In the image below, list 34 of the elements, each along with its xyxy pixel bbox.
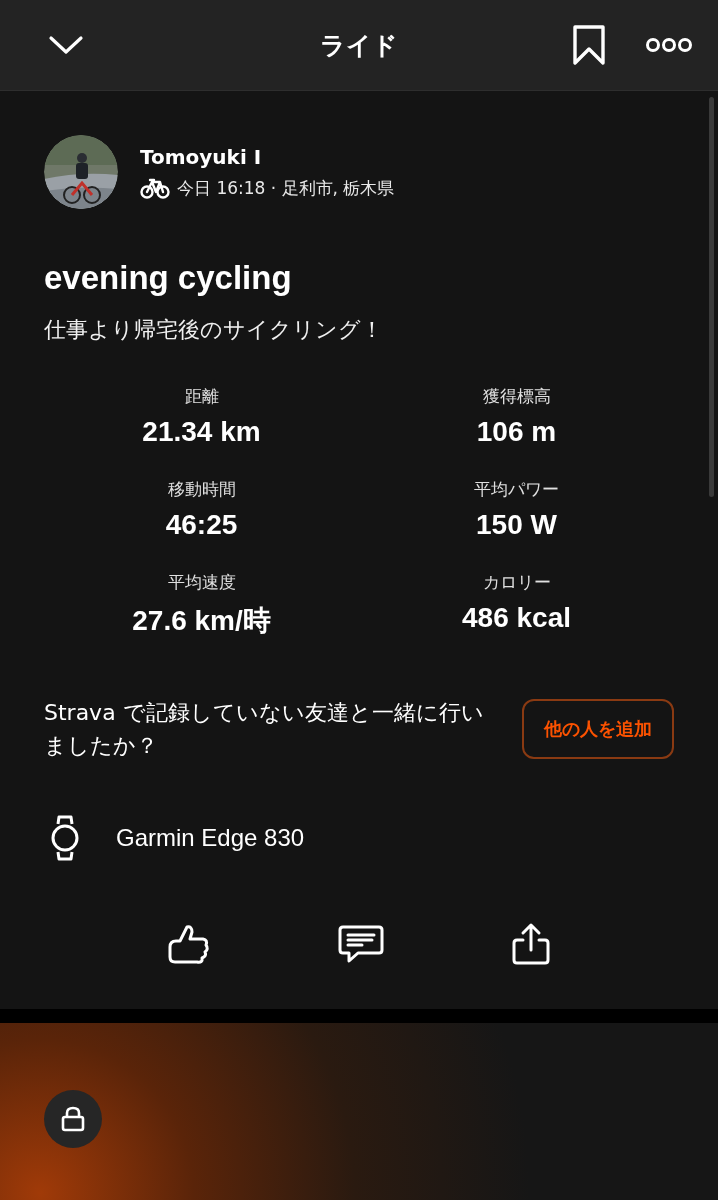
stat-value: 486 kcal	[462, 602, 571, 634]
watch-icon	[50, 814, 80, 862]
stat-label: 平均速度	[167, 571, 236, 594]
activity-title: evening cycling	[44, 259, 293, 297]
stat-value: 46:25	[165, 509, 238, 541]
bookmark-button[interactable]	[572, 24, 606, 66]
stat-label: 距離	[184, 385, 219, 408]
collapse-button[interactable]	[48, 33, 84, 57]
stat-label: 平均パワー	[474, 478, 559, 501]
activity-description: 仕事より帰宅後のサイクリング！	[44, 316, 384, 344]
bicycle-icon	[140, 177, 170, 199]
tag-friends-prompt: Strava で記録していない友達と一緒に行いましたか？	[44, 699, 485, 760]
stat-value: 150 W	[476, 509, 557, 541]
stat-label: 移動時間	[167, 478, 236, 501]
activity-meta: 今日 16:18 · 足利市, 栃木県	[177, 176, 395, 200]
share-button[interactable]	[510, 922, 551, 966]
add-others-button[interactable]: 他の人を追加	[522, 699, 674, 759]
device-name: Garmin Edge 830	[116, 824, 305, 852]
bookmark-icon	[572, 24, 606, 66]
stat-value: 106 m	[476, 416, 557, 448]
athlete-name[interactable]: Tomoyuki I	[140, 144, 395, 169]
share-icon	[510, 922, 551, 966]
more-icon	[646, 35, 692, 55]
screen-title: ライド	[320, 29, 398, 62]
lock-icon	[61, 1104, 85, 1133]
more-button[interactable]	[646, 35, 692, 55]
stat-label: カロリー	[482, 571, 551, 594]
stat-value: 21.34 km	[142, 416, 261, 448]
stat-value: 27.6 km/時	[132, 604, 271, 638]
stat-label: 獲得標高	[482, 385, 551, 408]
thumbs-up-icon	[167, 923, 212, 965]
comment-icon	[338, 924, 384, 964]
like-button[interactable]	[167, 922, 212, 966]
chevron-down-icon	[48, 33, 84, 57]
